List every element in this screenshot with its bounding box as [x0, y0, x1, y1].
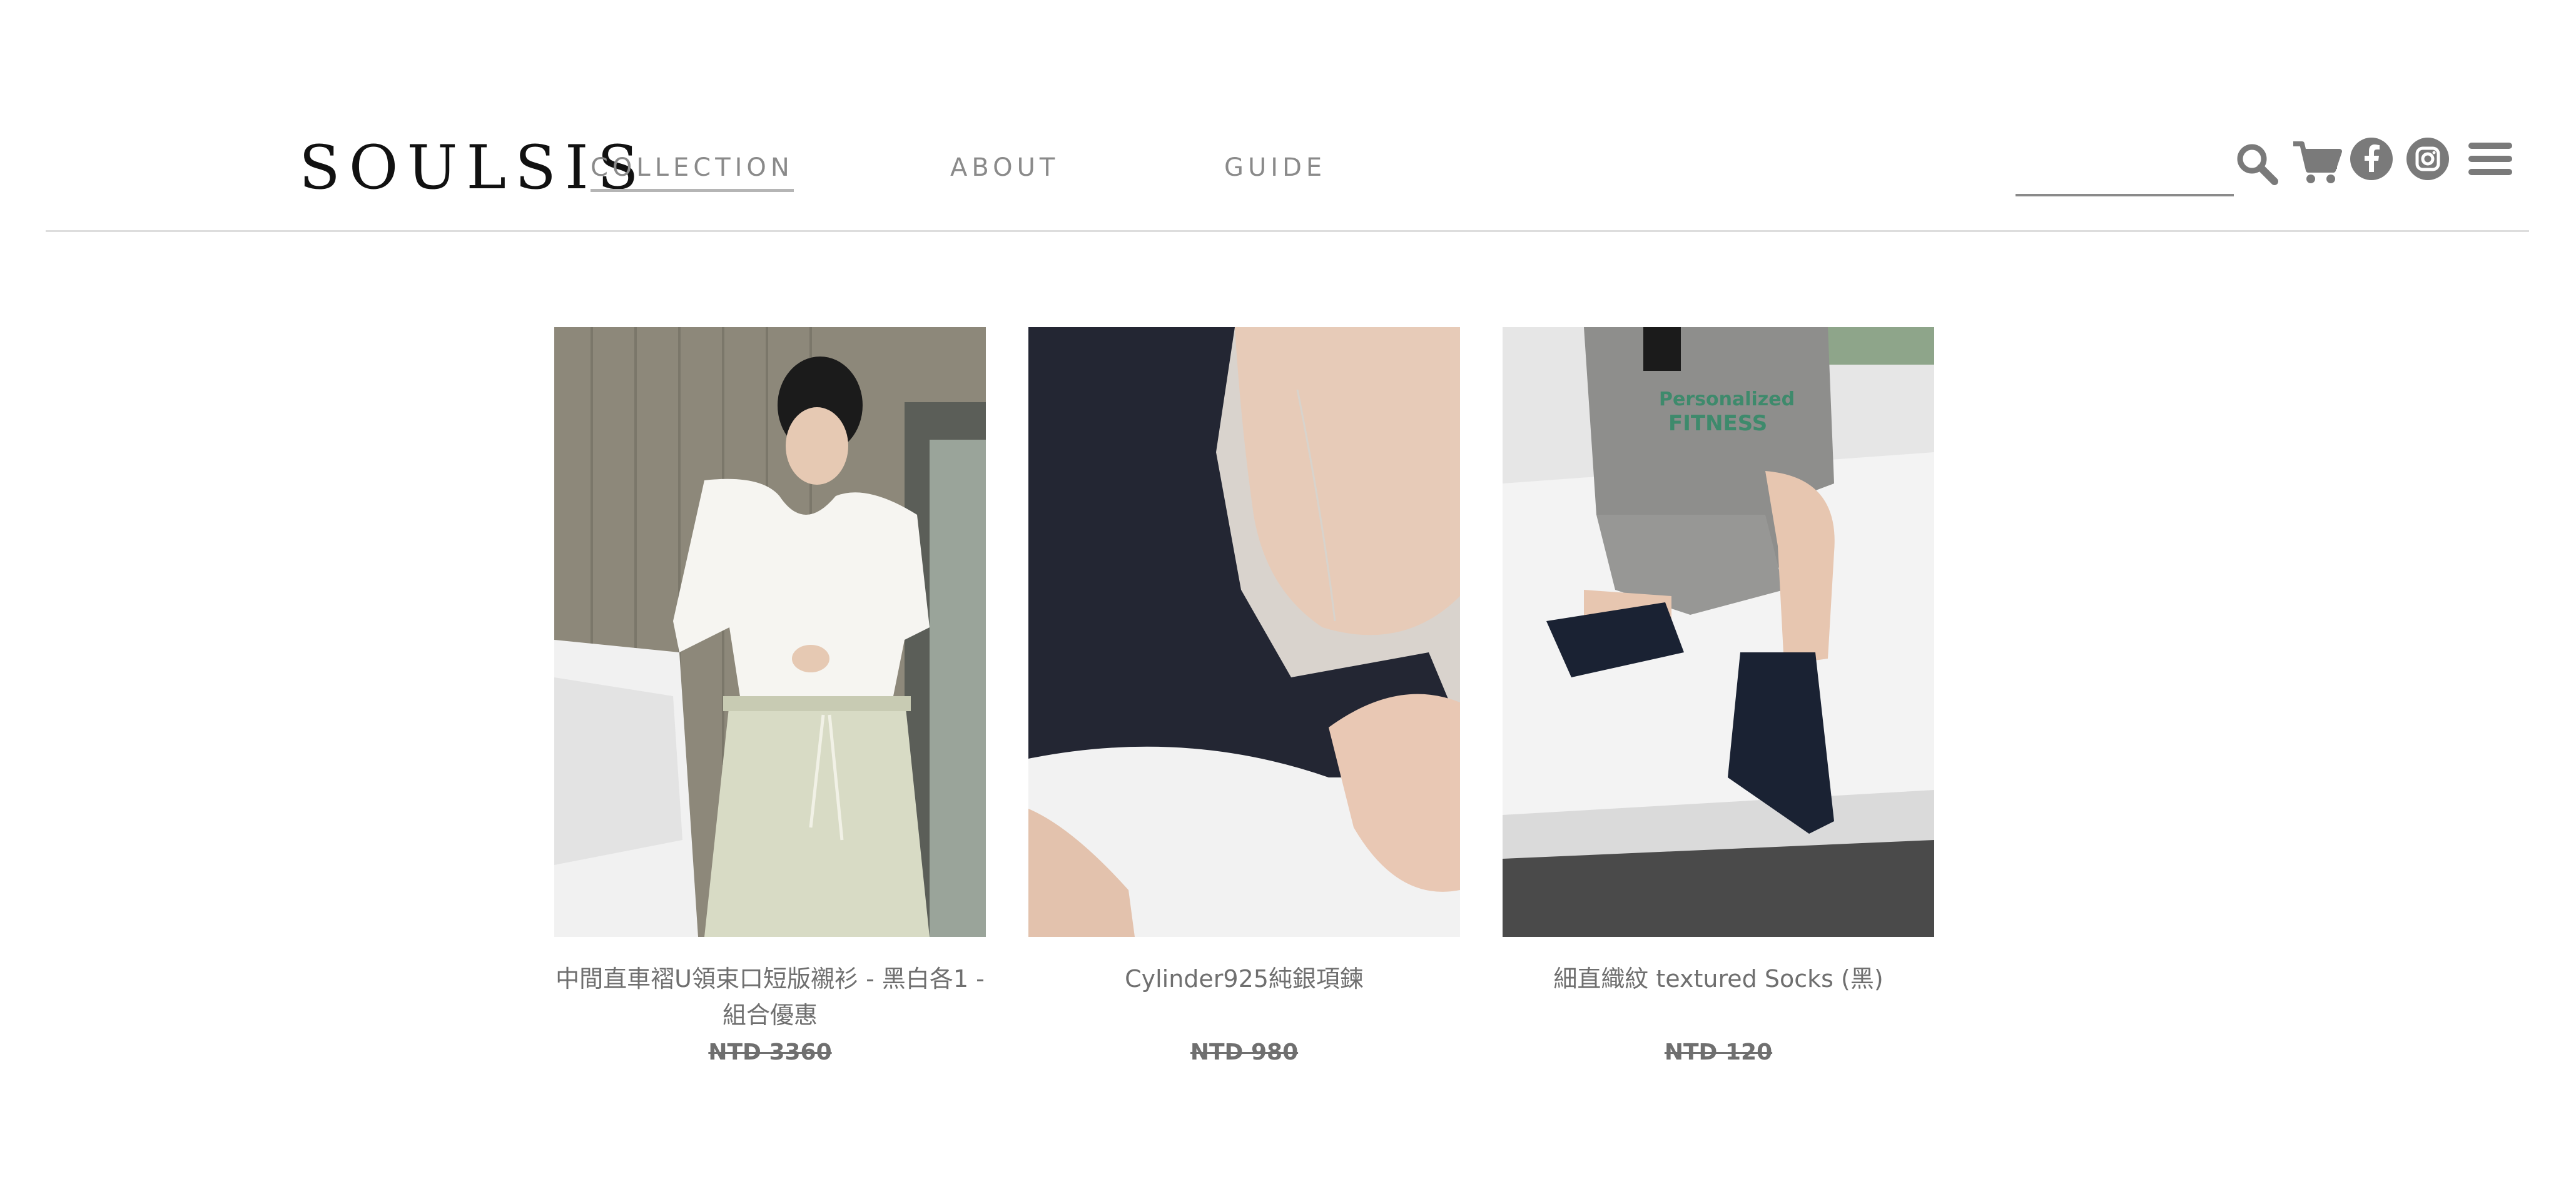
- nav-guide[interactable]: GUIDE: [1224, 155, 1326, 180]
- menu-icon[interactable]: [2467, 139, 2513, 179]
- search-input[interactable]: [2016, 149, 2234, 196]
- site-header: SOULSIS COLLECTION ABOUT GUIDE: [0, 0, 2576, 233]
- product-card[interactable]: Cylinder925純銀項鍊 NTD 980: [1028, 327, 1460, 1065]
- instagram-icon[interactable]: [2406, 137, 2450, 181]
- nav-collection[interactable]: COLLECTION: [591, 155, 794, 192]
- product-card[interactable]: Personalized FITNESS 細直織紋 textured Socks…: [1503, 327, 1934, 1065]
- nav-about[interactable]: ABOUT: [950, 155, 1059, 180]
- search-icon[interactable]: [2234, 141, 2279, 186]
- svg-text:Personalized: Personalized: [1659, 388, 1795, 410]
- facebook-icon[interactable]: [2350, 137, 2393, 181]
- header-divider: [46, 230, 2529, 232]
- svg-text:FITNESS: FITNESS: [1668, 411, 1767, 436]
- product-name[interactable]: 細直織紋 textured Socks (黑): [1503, 961, 1934, 1033]
- cart-icon[interactable]: [2292, 139, 2342, 186]
- product-price: NTD 3360: [708, 1040, 832, 1065]
- product-price: NTD 120: [1664, 1040, 1773, 1065]
- product-price: NTD 980: [1190, 1040, 1299, 1065]
- product-card[interactable]: 中間直車褶U領束口短版襯衫 - 黑白各1 - 組合優惠 NTD 3360: [554, 327, 986, 1065]
- product-image[interactable]: Personalized FITNESS: [1503, 327, 1934, 937]
- product-image[interactable]: [1028, 327, 1460, 937]
- product-name[interactable]: Cylinder925純銀項鍊: [1028, 961, 1460, 1033]
- product-name[interactable]: 中間直車褶U領束口短版襯衫 - 黑白各1 - 組合優惠: [554, 961, 986, 1033]
- product-image[interactable]: [554, 327, 986, 937]
